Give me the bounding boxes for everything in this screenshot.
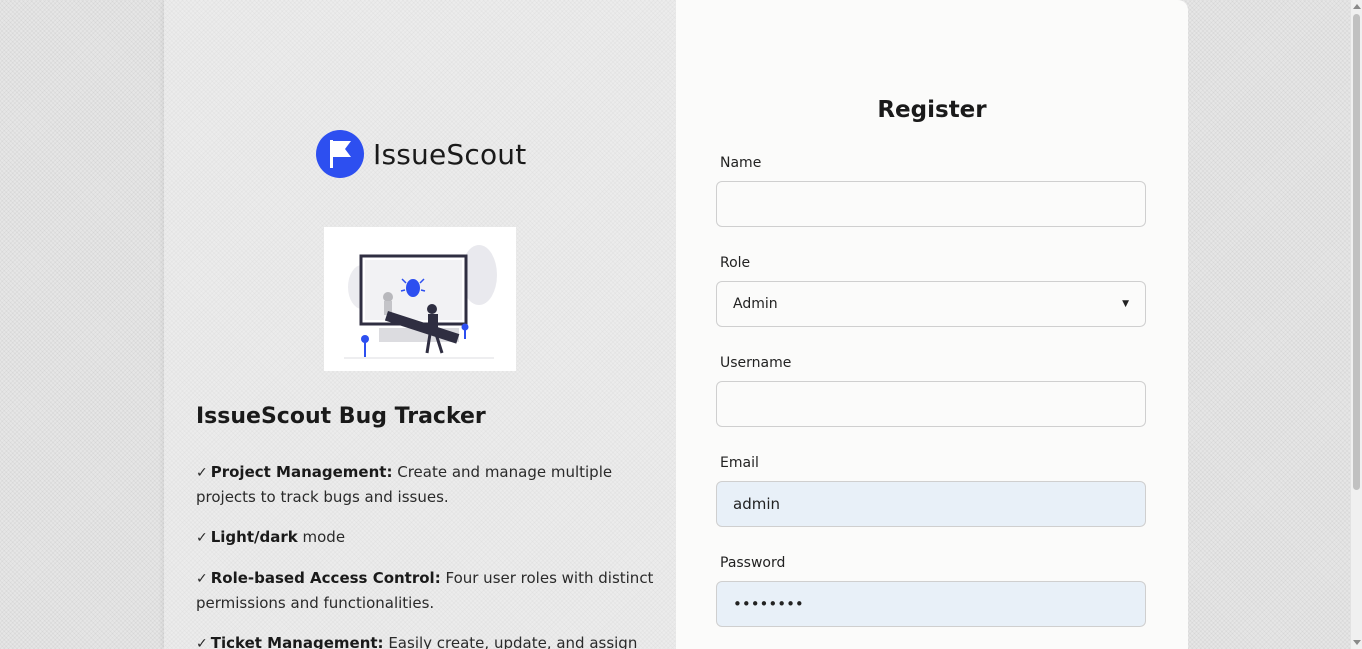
scroll-thumb[interactable]: [1353, 14, 1360, 490]
feature-title: Light/dark: [210, 528, 298, 546]
feature-list: ✓ Project Management: Create and manage m…: [196, 460, 656, 649]
caret-down-icon: ▼: [1122, 299, 1129, 309]
flag-logo-icon: [316, 130, 364, 178]
check-icon: ✓: [196, 636, 208, 649]
name-input[interactable]: [716, 181, 1146, 227]
feature-item: ✓ Project Management: Create and manage m…: [196, 460, 656, 509]
feature-item: ✓ Ticket Management: Easily create, updat…: [196, 631, 656, 649]
password-input[interactable]: [716, 581, 1146, 627]
email-input[interactable]: [716, 481, 1146, 527]
name-label: Name: [720, 155, 762, 171]
feature-title: Ticket Management:: [210, 634, 384, 649]
email-label: Email: [720, 455, 759, 471]
register-form: Register Name Role Admin ▼ Username Emai…: [676, 0, 1188, 649]
check-icon: ✓: [196, 465, 208, 481]
password-label: Password: [720, 555, 786, 571]
username-label: Username: [720, 355, 792, 371]
role-select[interactable]: Admin ▼: [716, 281, 1146, 327]
form-title: Register: [877, 97, 987, 123]
role-label: Role: [720, 255, 751, 271]
check-icon: ✓: [196, 571, 208, 587]
brand-name: IssueScout: [373, 137, 527, 171]
feature-title: Project Management:: [210, 463, 393, 481]
brand: IssueScout: [316, 130, 526, 178]
role-selected-value: Admin: [733, 296, 778, 312]
scroll-down-arrow-icon[interactable]: [1353, 640, 1361, 645]
feature-text: mode: [297, 528, 346, 546]
tracker-title: IssueScout Bug Tracker: [196, 404, 486, 429]
check-icon: ✓: [196, 530, 208, 546]
username-input[interactable]: [716, 381, 1146, 427]
bug-tracking-illustration: [324, 227, 516, 371]
feature-text: Easily create, update, and assign: [383, 634, 638, 649]
feature-title: Role-based Access Control:: [210, 569, 441, 587]
feature-item: ✓ Role-based Access Control: Four user ro…: [196, 566, 656, 615]
scroll-up-arrow-icon[interactable]: [1353, 4, 1361, 9]
feature-item: ✓ Light/dark mode: [196, 525, 656, 550]
page-scrollbar[interactable]: [1350, 0, 1362, 649]
